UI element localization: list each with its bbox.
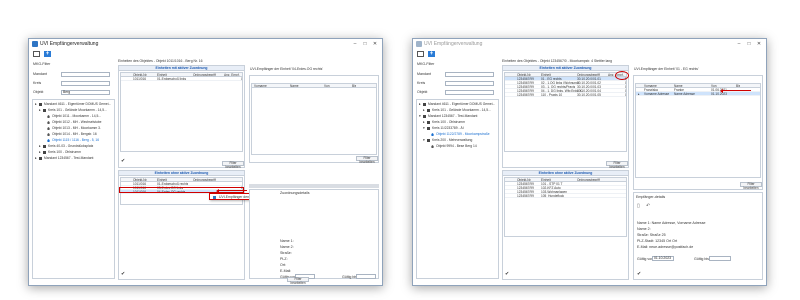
mkg-filter-label: MKG-Filter xyxy=(417,62,435,66)
table-row[interactable]: 1234567/99 110 - Praxis 10 30.10.20.0/01.0… xyxy=(505,93,626,97)
recipients-panel: Vorname Name Von Bis Franziska Franke 01.06.2… xyxy=(633,75,763,190)
detail-email: E-Mail: neue.adresse@postfach.de xyxy=(637,245,694,249)
active-grid: Objekt-Nr. Einheit Ordnungsbegriff Anz. Emp… xyxy=(120,72,243,152)
plus-icon: + xyxy=(428,51,435,57)
mandant-label: Mandant xyxy=(417,72,431,76)
gueltig-von-label: Gültig von xyxy=(637,257,654,261)
kreis-input[interactable] xyxy=(445,81,494,86)
details-title: Zuordnungsdetails xyxy=(280,191,310,195)
layout-button[interactable] xyxy=(32,50,41,58)
close-button[interactable]: ✕ xyxy=(370,39,380,49)
add-button[interactable]: + xyxy=(43,50,52,58)
grid-header: Vorname Name Von Bis xyxy=(252,84,376,88)
right-right-header: UVI-Empfänger der Einheit '01 - EG recht… xyxy=(634,67,699,71)
recipients-panel: Vorname Name Von Bis Filter bearbeiten xyxy=(249,75,379,163)
splitter[interactable] xyxy=(249,184,379,188)
objekt-input[interactable] xyxy=(445,90,494,95)
mandant-input[interactable] xyxy=(61,72,110,77)
details-panel: Zuordnungsdetails Name 1: Name 2: Straße… xyxy=(249,189,379,279)
kreis-input[interactable] xyxy=(61,81,110,86)
right-center-header: Einheiten des Objektes - Objekt 1234567/… xyxy=(502,59,613,63)
section-active: Einheiten mit aktiver Zuordnung xyxy=(119,66,244,71)
filter-edit-button[interactable]: Filter bearbeiten xyxy=(222,161,244,168)
table-row[interactable]: 1234567/99 105_Hundeflock xyxy=(505,194,626,198)
right-active-panel: Einheiten mit aktiver Zuordnung Objekt-N… xyxy=(502,65,629,168)
table-row[interactable]: 1011/01601-Erdgeschoß links0 xyxy=(121,77,242,81)
confirm-checkmark-icon[interactable]: ✔ xyxy=(121,271,125,277)
annotation-arrow xyxy=(720,88,751,94)
confirm-checkmark-icon[interactable]: ✔ xyxy=(637,271,641,277)
objekt-label: Objekt xyxy=(33,90,44,94)
close-button[interactable]: ✕ xyxy=(754,39,764,49)
details-panel: Empfänger-details ▯ ↶ Name 1: Name Adres… xyxy=(633,192,763,280)
right-window-title: UVI Empfängerverwaltung xyxy=(424,41,483,47)
mandant-input[interactable] xyxy=(445,72,494,77)
active-grid: Objekt-Nr. Einheit Ordnungsbegriff Anz. Emp… xyxy=(504,72,627,152)
section-none: Einheiten ohne aktive Zuordnung xyxy=(119,171,244,176)
layout-button[interactable] xyxy=(416,50,425,58)
plus-icon: + xyxy=(44,51,51,57)
none-grid: Objekt-Nr. Einheit Ordnungsbegriff 1234567… xyxy=(504,177,627,237)
minimize-button[interactable]: – xyxy=(734,39,744,49)
annotation-arrow xyxy=(216,188,247,194)
filter-edit-button[interactable]: Filter bearbeiten xyxy=(287,277,309,284)
save-icon[interactable]: ▯ xyxy=(637,203,640,209)
maximize-button[interactable]: □ xyxy=(360,39,370,49)
right-none-panel: Einheiten ohne aktive Zuordnung Objekt-N… xyxy=(502,170,629,280)
right-titlebar: UVI Empfängerverwaltung xyxy=(413,39,766,49)
objekt-label: Objekt xyxy=(417,90,428,94)
undo-icon[interactable]: ↶ xyxy=(646,203,650,209)
gueltig-bis-label: Gültig bis xyxy=(694,257,709,261)
gueltig-von-input[interactable]: 01.10.2023 xyxy=(652,256,674,261)
right-tree-panel: ▸ Mandant 4611 - Eigentümer DOMUS Gemei..… xyxy=(416,99,499,279)
app-icon xyxy=(416,41,422,47)
section-active: Einheiten mit aktiver Zuordnung xyxy=(503,66,628,71)
filter-edit-button[interactable]: Filter bearbeiten xyxy=(606,161,628,168)
gueltig-bis-label: Gültig bis xyxy=(342,275,357,279)
annotation-circle xyxy=(615,71,629,80)
detail-email: E-Mail: xyxy=(280,269,292,273)
objekt-input[interactable]: Berg xyxy=(61,90,110,95)
left-window-title: UVI Empfängerverwaltung xyxy=(40,41,99,47)
filter-edit-button[interactable]: Filter bearbeiten xyxy=(356,156,378,163)
detail-name2: Name 2: xyxy=(637,227,651,231)
confirm-checkmark-icon[interactable]: ✔ xyxy=(505,271,509,277)
detail-name1: Name 1: xyxy=(280,239,294,243)
mandant-label: Mandant xyxy=(33,72,47,76)
recipients-grid: Vorname Name Von Bis xyxy=(251,83,377,155)
add-recipient-icon xyxy=(213,195,216,199)
gueltig-bis-input[interactable] xyxy=(356,274,376,279)
detail-street: Straße: xyxy=(280,251,292,255)
detail-plz: PLZ-Stadt: 12345 Ort Ort xyxy=(637,239,678,243)
left-titlebar: UVI Empfängerverwaltung xyxy=(29,39,382,49)
left-right-header: UVI-Empfänger der Einheit '04-Erdes.OG r… xyxy=(250,67,323,71)
detail-plz: PLZ: xyxy=(280,257,288,261)
detail-name2: Name 2: xyxy=(280,245,294,249)
mkg-filter-label: MKG-Filter xyxy=(33,62,51,66)
minimize-button[interactable]: – xyxy=(350,39,360,49)
layout-icon xyxy=(33,51,40,57)
recipients-grid: Vorname Name Von Bis Franziska Franke 01.06.2… xyxy=(635,83,761,178)
kreis-label: Kreis xyxy=(33,81,42,85)
confirm-checkmark-icon[interactable]: ✔ xyxy=(121,158,125,164)
table-row-selected[interactable]: ▸ Vorname Adresse Name Adresse 01.10.2023 xyxy=(636,92,760,96)
detail-name1: Name 1: Name Adresse, Vorname Adresse xyxy=(637,221,706,225)
add-button[interactable]: + xyxy=(427,50,436,58)
detail-street: Straße: Straße 25 xyxy=(637,233,666,237)
filter-edit-button[interactable]: Filter bearbeiten xyxy=(740,182,762,189)
detail-ort: Ort: xyxy=(280,263,286,267)
left-center-header: Einheiten des Objektes - Objekt 1011/101… xyxy=(118,59,203,63)
section-none: Einheiten ohne aktive Zuordnung xyxy=(503,171,628,176)
maximize-button[interactable]: □ xyxy=(744,39,754,49)
layout-icon xyxy=(417,51,424,57)
app-icon xyxy=(32,41,38,47)
gueltig-bis-input[interactable] xyxy=(709,256,731,261)
right-window: UVI Empfängerverwaltung – □ ✕ + MKG-Filt… xyxy=(412,38,767,286)
kreis-label: Kreis xyxy=(417,81,426,85)
left-active-panel: Einheiten mit aktiver Zuordnung Objekt-N… xyxy=(118,65,245,168)
left-tree-panel: ▸ Mandant 4611 - Eigentümer DOMUS Gemei..… xyxy=(32,99,115,279)
details-title: Empfänger-details xyxy=(636,195,666,199)
left-window: UVI Empfängerverwaltung – □ ✕ + MKG-Filt… xyxy=(28,38,383,286)
